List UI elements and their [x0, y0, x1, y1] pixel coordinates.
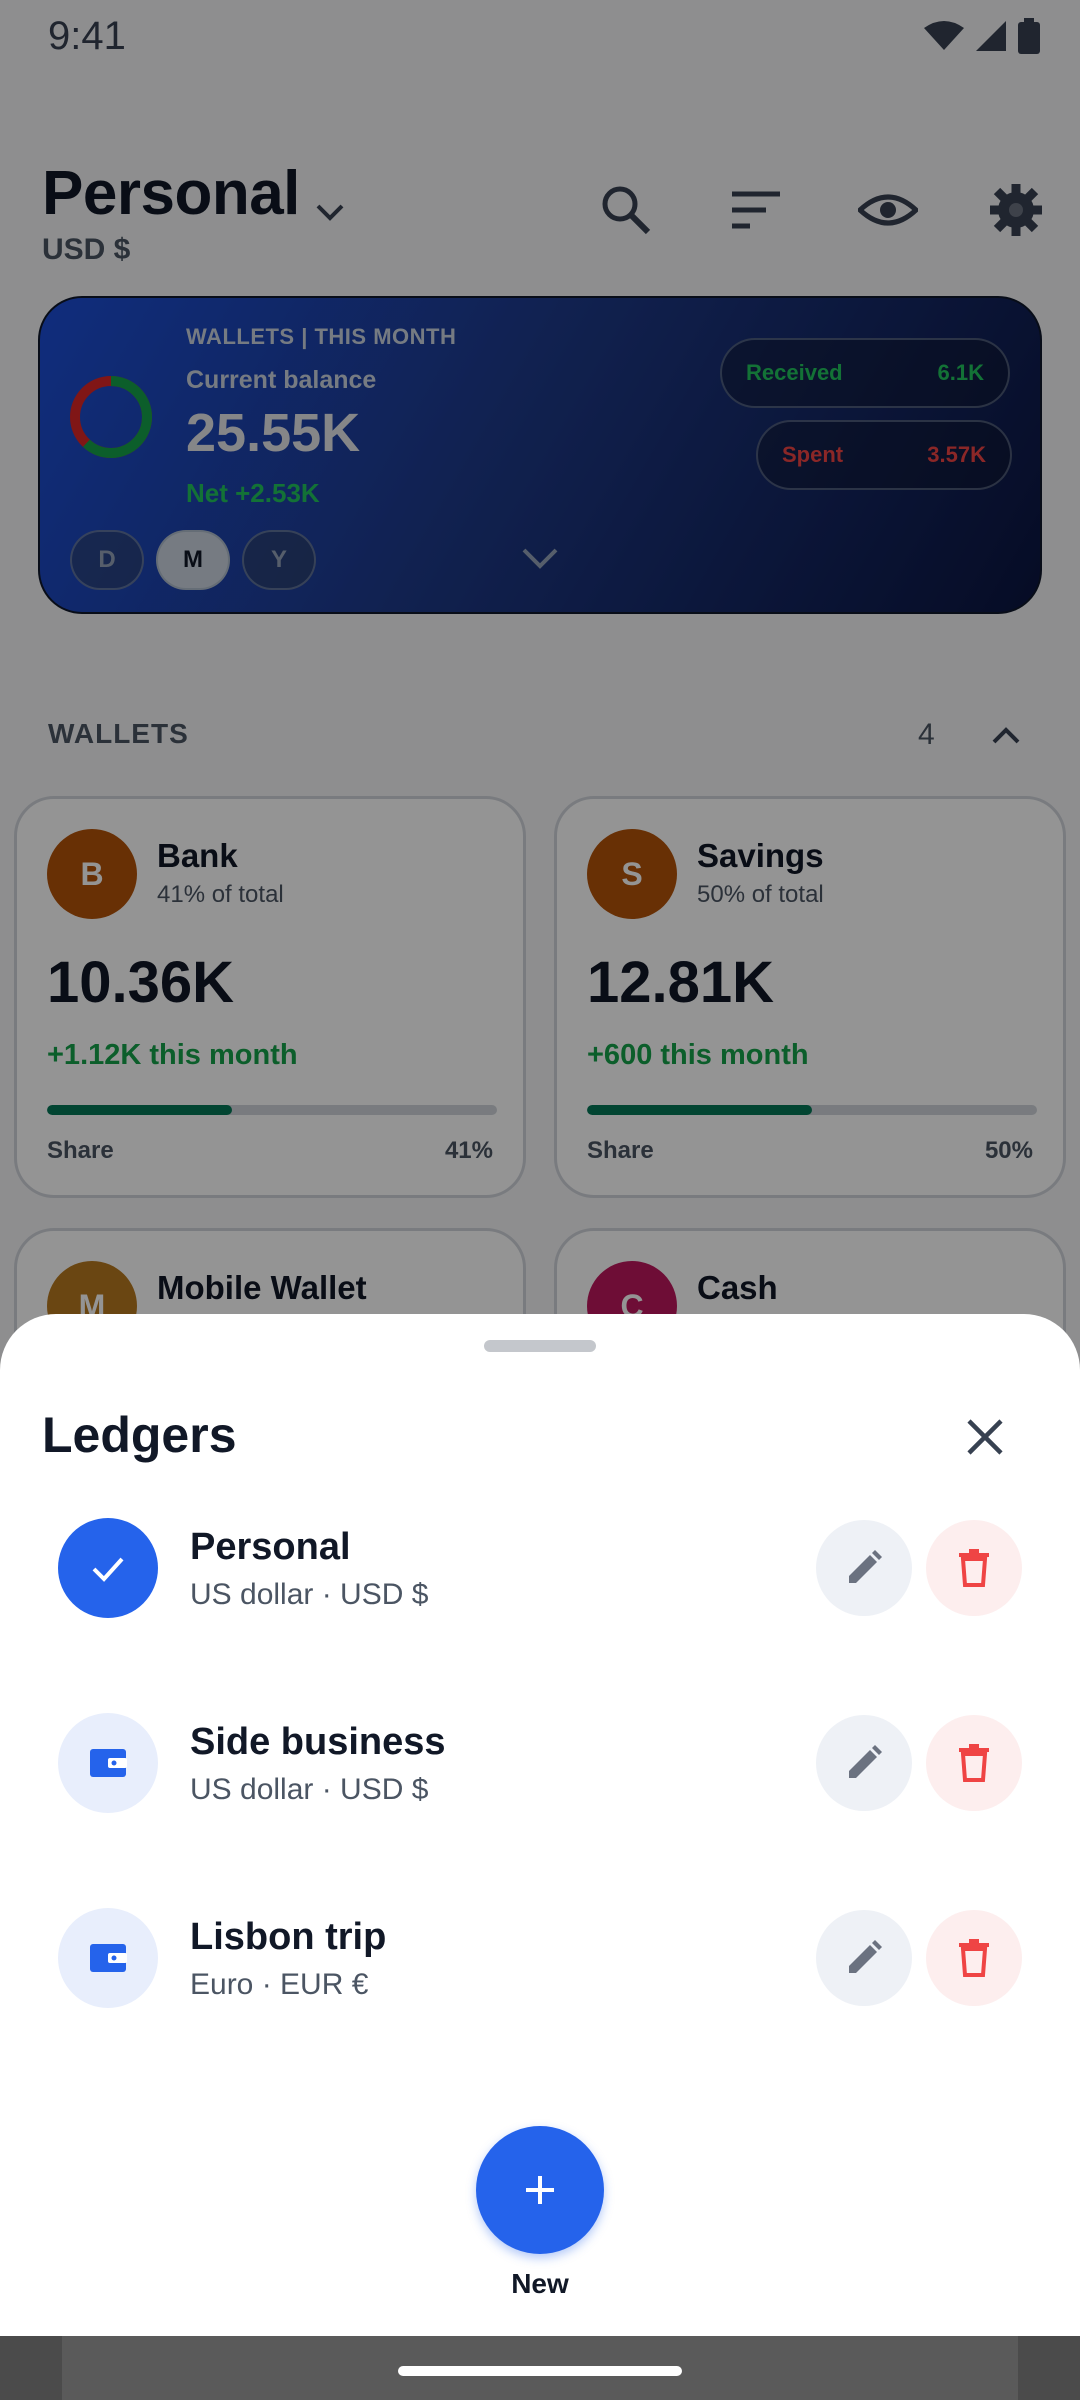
new-ledger-label: New: [511, 2268, 569, 2299]
drag-handle[interactable]: [484, 1340, 596, 1352]
edit-button[interactable]: [816, 1520, 912, 1616]
trash-icon: [959, 1549, 989, 1587]
pencil-icon: [849, 1940, 882, 1973]
check-icon: [92, 1557, 124, 1582]
trash-icon: [959, 1744, 989, 1782]
wallet-icon: [90, 1749, 127, 1777]
ledger-name: Side business: [190, 1721, 446, 1763]
edit-button[interactable]: [816, 1715, 912, 1811]
ledger-currency: Euro · EUR €: [190, 1968, 369, 2001]
trash-icon: [959, 1939, 989, 1977]
system-navigation-bar: [0, 2336, 1080, 2400]
sheet-title: Ledgers: [42, 1407, 237, 1463]
ledger-name: Lisbon trip: [190, 1916, 387, 1958]
ledger-row-personal[interactable]: Personal US dollar · USD $: [0, 1484, 1080, 1644]
edit-button[interactable]: [816, 1910, 912, 2006]
ledger-row-lisbon-trip[interactable]: Lisbon trip Euro · EUR €: [0, 1874, 1080, 2034]
selected-indicator: [58, 1518, 158, 1618]
delete-button[interactable]: [926, 1520, 1022, 1616]
ledger-name: Personal: [190, 1526, 351, 1568]
plus-icon: [526, 2176, 554, 2204]
close-icon: [967, 1419, 1003, 1455]
pencil-icon: [849, 1745, 882, 1778]
close-button[interactable]: [950, 1402, 1020, 1472]
delete-button[interactable]: [926, 1910, 1022, 2006]
new-ledger-button[interactable]: [476, 2126, 604, 2254]
ledger-currency: US dollar · USD $: [190, 1578, 429, 1611]
delete-button[interactable]: [926, 1715, 1022, 1811]
ledger-row-side-business[interactable]: Side business US dollar · USD $: [0, 1679, 1080, 1839]
pencil-icon: [849, 1550, 882, 1583]
wallet-icon: [90, 1944, 127, 1972]
ledger-icon-container: [58, 1908, 158, 2008]
ledger-currency: US dollar · USD $: [190, 1773, 429, 1806]
ledger-icon-container: [58, 1713, 158, 1813]
home-gesture-handle[interactable]: [398, 2366, 682, 2376]
